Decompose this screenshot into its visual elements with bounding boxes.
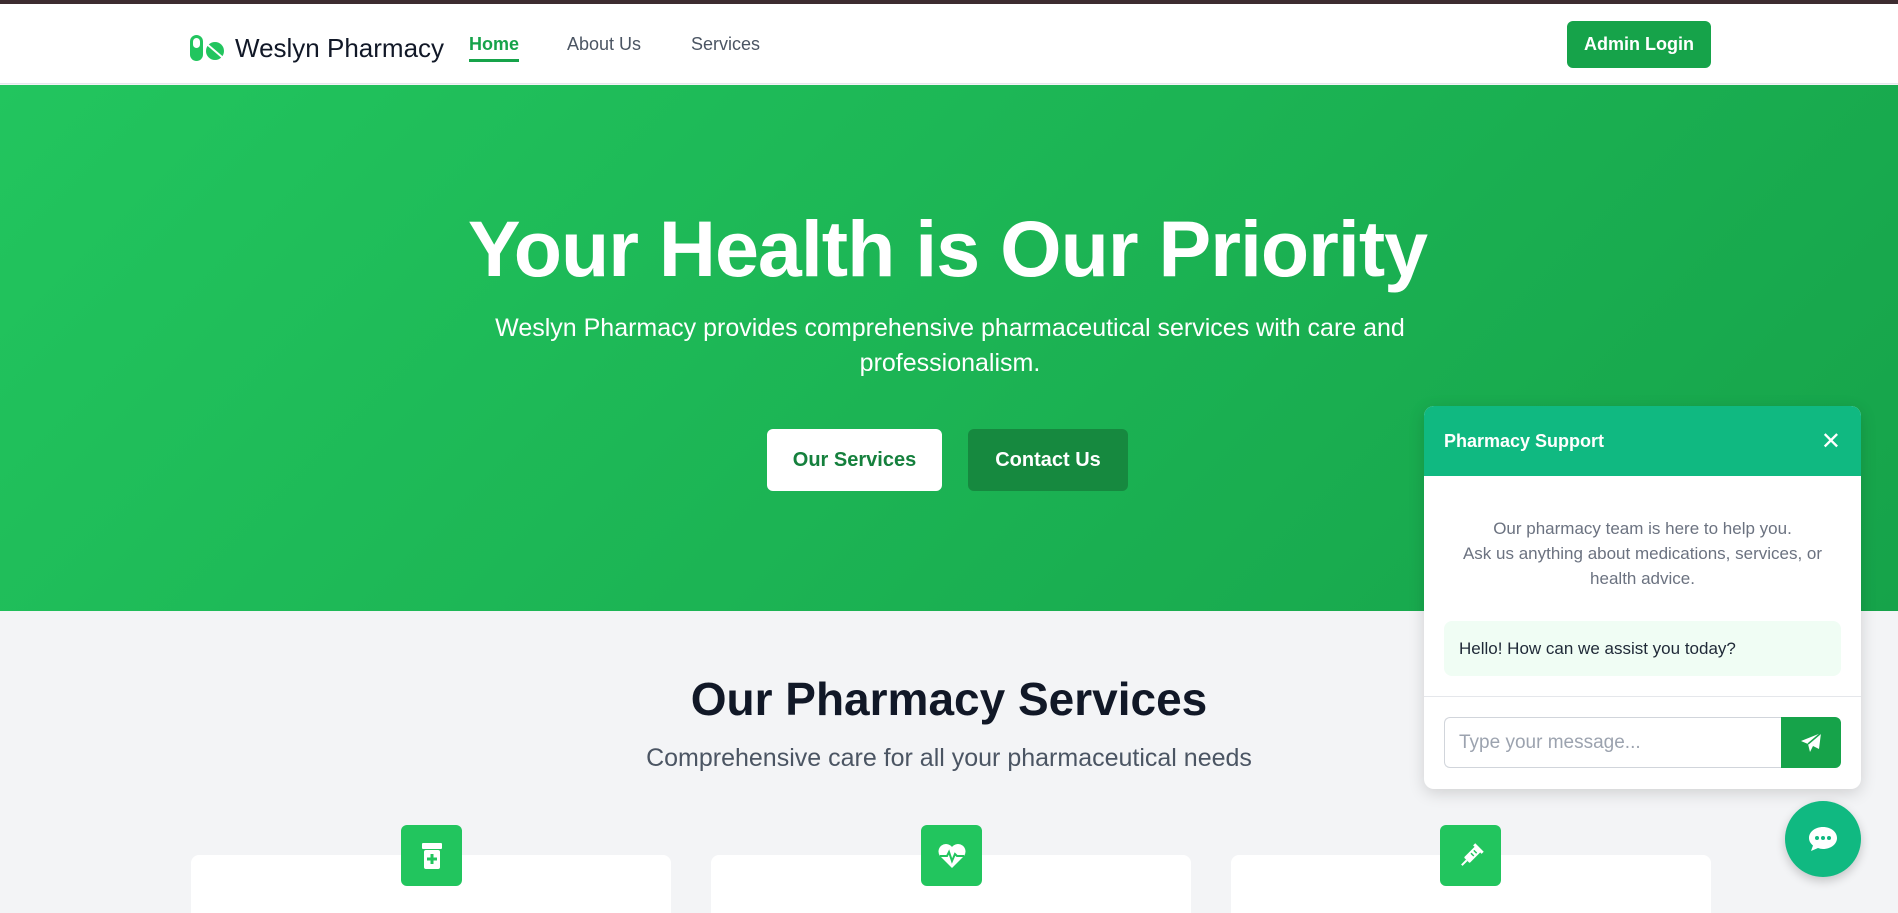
hero-subtitle: Weslyn Pharmacy provides comprehensive p… [495,314,1405,377]
close-icon[interactable]: ✕ [1821,427,1841,456]
chat-divider [1424,696,1861,697]
chat-title: Pharmacy Support [1444,430,1605,451]
bot-message: Hello! How can we assist you today? [1444,621,1841,676]
nav-about-link[interactable]: About Us [567,34,641,59]
pills-icon [189,33,225,63]
chat-intro-line: Our pharmacy team is here to help you. [1493,519,1792,538]
hero-title: Your Health is Our Priority [467,204,1428,293]
nav-services-link[interactable]: Services [691,34,760,59]
brand-logo[interactable]: Weslyn Pharmacy [189,28,444,68]
chat-header: Pharmacy Support ✕ [1424,406,1861,476]
nav-home-link[interactable]: Home [469,34,520,62]
send-button[interactable] [1781,717,1841,768]
heartbeat-icon [921,825,982,886]
chat-bubble-icon [1809,827,1837,851]
chat-intro: Our pharmacy team is here to help you. A… [1424,516,1861,591]
admin-login-button[interactable]: Admin Login [1567,21,1711,68]
contact-us-button[interactable]: Contact Us [968,429,1128,491]
syringe-icon [1440,825,1501,886]
chat-panel: Pharmacy Support ✕ Our pharmacy team is … [1424,406,1861,789]
send-icon [1801,731,1822,752]
chat-toggle-button[interactable] [1785,801,1861,877]
navbar: Weslyn Pharmacy Home About Us Services A… [0,4,1898,84]
prescription-bottle-icon [401,825,462,886]
our-services-button[interactable]: Our Services [767,429,942,491]
chat-message-input[interactable] [1444,717,1783,768]
brand-name: Weslyn Pharmacy [235,32,445,63]
chat-intro-line: Ask us anything about medications, servi… [1462,544,1823,588]
